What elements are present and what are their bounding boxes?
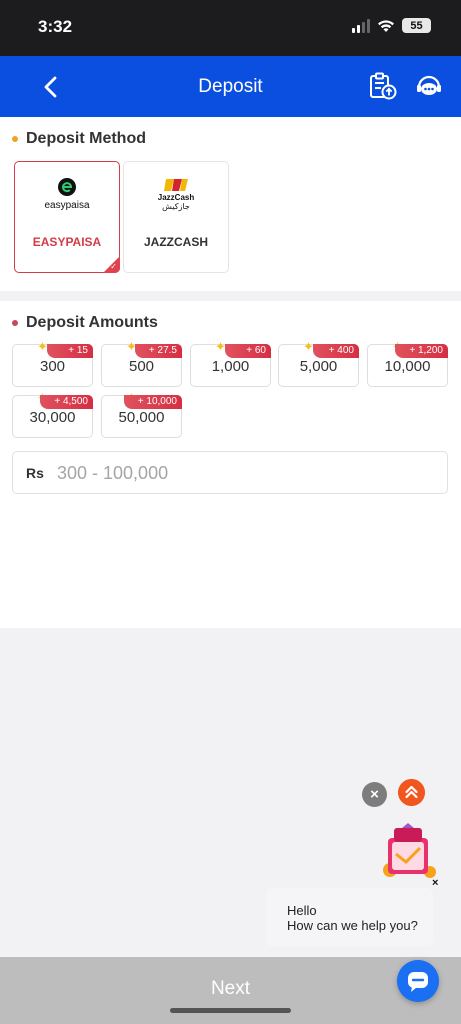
easypaisa-logo: easypaisa (15, 172, 119, 216)
method-easypaisa[interactable]: easypaisa EASYPAISA ✓ (14, 161, 120, 273)
jazzcash-logo: JazzCash جازکیش (124, 172, 228, 216)
bonus-badge: + 400 (313, 344, 359, 358)
amount-input[interactable] (57, 458, 437, 488)
easypaisa-logo-text: easypaisa (44, 199, 90, 211)
bonus-badge: + 27.5 (134, 344, 182, 358)
chat-greeting[interactable]: Hello How can we help you? (266, 888, 433, 946)
amount-option-300[interactable]: ✦ + 15 300 (12, 340, 93, 387)
header-bar: Deposit (0, 56, 461, 117)
customer-support-icon[interactable] (415, 72, 443, 100)
method-name: EASYPAISA (32, 235, 102, 249)
amount-value: 500 (128, 358, 155, 375)
status-bar: 3:32 55 (0, 0, 461, 56)
wifi-icon (378, 19, 394, 32)
next-button[interactable]: Next (0, 957, 461, 1024)
bonus-badge: + 4,500 (40, 395, 93, 409)
amount-option-30000[interactable]: ✦ + 4,500 30,000 (12, 391, 93, 438)
amount-value: 10,000 (384, 358, 431, 375)
method-jazzcash[interactable]: JazzCash جازکیش JAZZCASH (123, 161, 229, 273)
deposit-record-icon[interactable] (368, 71, 398, 101)
deposit-amounts-section: Deposit Amounts ✦ + 15 300 ✦ + 27.5 500 … (0, 301, 461, 628)
amount-option-50000[interactable]: ✦ + 10,000 50,000 (101, 391, 182, 438)
amount-option-5000[interactable]: ✦ + 400 5,000 (278, 340, 359, 387)
amount-option-1000[interactable]: ✦ + 60 1,000 (190, 340, 271, 387)
amount-input-box: Rs (12, 451, 448, 494)
amount-value: 1,000 (211, 358, 250, 375)
home-indicator (170, 1008, 291, 1013)
battery-icon: 55 (402, 18, 431, 33)
bullet-dot-icon (12, 136, 18, 142)
currency-label: Rs (26, 465, 44, 481)
jazzcash-logo-text: JazzCash (157, 193, 195, 202)
amount-option-500[interactable]: ✦ + 27.5 500 (101, 340, 182, 387)
deposit-method-section: Deposit Method easypaisa EASYPAISA ✓ Jaz… (0, 117, 461, 291)
gift-close-icon[interactable]: × (432, 877, 438, 889)
gift-icon[interactable] (380, 822, 438, 882)
bonus-badge: + 1,200 (395, 344, 448, 358)
chat-greeting-line1: Hello (287, 903, 317, 918)
deposit-amounts-heading: Deposit Amounts (12, 314, 158, 332)
check-icon: ✓ (110, 262, 117, 271)
amount-value: 30,000 (29, 409, 76, 426)
method-name: JAZZCASH (143, 235, 208, 249)
chat-icon[interactable] (397, 960, 439, 1002)
bonus-badge: + 15 (47, 344, 93, 358)
status-time: 3:32 (38, 17, 73, 36)
amount-option-10000[interactable]: ✦ + 1,200 10,000 (367, 340, 448, 387)
amount-value: 50,000 (118, 409, 165, 426)
scroll-top-icon[interactable] (398, 779, 425, 806)
bullet-dot-icon (12, 320, 18, 326)
amount-value: 5,000 (299, 358, 338, 375)
deposit-method-title: Deposit Method (26, 130, 146, 147)
amount-value: 300 (39, 358, 66, 375)
jazzcash-logo-urdu: جازکیش (162, 202, 190, 211)
deposit-method-heading: Deposit Method (12, 130, 146, 148)
status-icons: 55 (352, 18, 431, 33)
signal-icon (352, 18, 370, 33)
bonus-badge: + 60 (225, 344, 271, 358)
chat-greeting-line2: How can we help you? (287, 918, 418, 933)
close-icon[interactable]: × (362, 782, 387, 807)
deposit-amounts-title: Deposit Amounts (26, 314, 158, 331)
bottom-bar: Next (0, 957, 461, 1024)
bonus-badge: + 10,000 (123, 395, 182, 409)
jazzcash-icon (164, 179, 188, 191)
easypaisa-icon (58, 177, 76, 196)
